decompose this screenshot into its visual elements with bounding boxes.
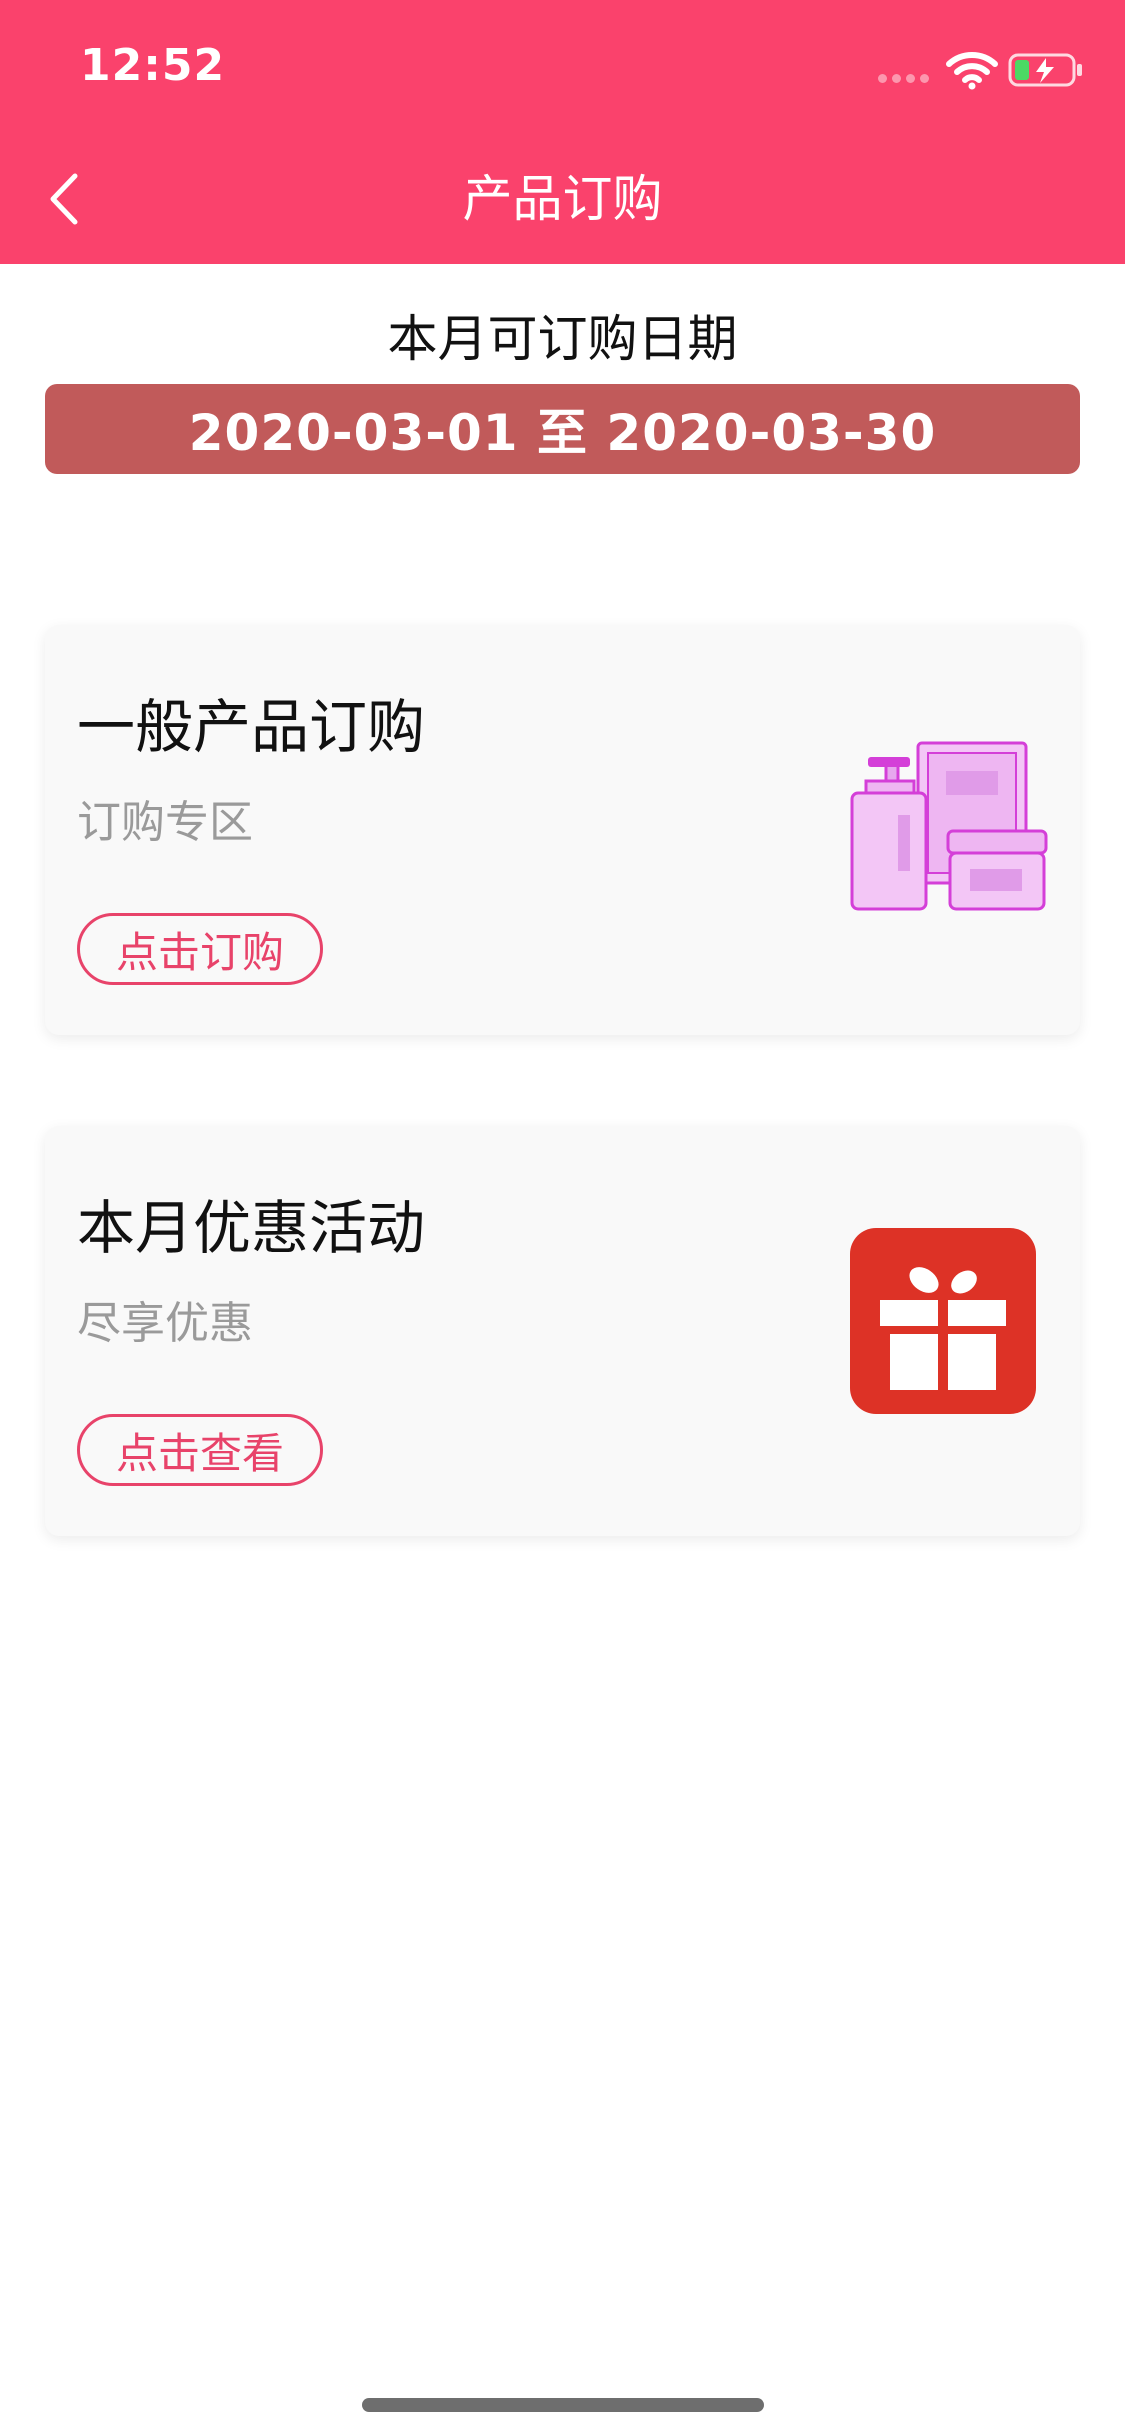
status-time: 12:52 — [80, 40, 226, 91]
page-title: 产品订购 — [462, 170, 663, 228]
home-indicator[interactable] — [362, 2398, 764, 2412]
cellular-signal-icon — [878, 74, 929, 83]
order-date-range: 2020-03-01 至 2020-03-30 — [188, 404, 937, 462]
card-subtitle: 尽享优惠 — [77, 1298, 253, 1349]
order-button[interactable]: 点击订购 — [77, 913, 323, 985]
app-header: 12:52 产品订购 — [0, 0, 1125, 264]
battery-charging-icon — [1008, 53, 1082, 87]
monthly-promotion-card[interactable]: 本月优惠活动 尽享优惠 点击查看 — [45, 1126, 1080, 1536]
card-title: 本月优惠活动 — [77, 1194, 426, 1262]
view-button[interactable]: 点击查看 — [77, 1414, 323, 1486]
general-order-card[interactable]: 一般产品订购 订购专区 点击订购 — [45, 625, 1080, 1035]
cosmetics-products-icon — [850, 741, 1048, 911]
order-date-label: 本月可订购日期 — [387, 310, 738, 368]
wifi-icon — [946, 52, 998, 90]
order-date-banner: 2020-03-01 至 2020-03-30 — [45, 384, 1080, 474]
card-title: 一般产品订购 — [77, 693, 426, 761]
card-subtitle: 订购专区 — [77, 797, 253, 848]
gift-icon — [850, 1228, 1036, 1414]
